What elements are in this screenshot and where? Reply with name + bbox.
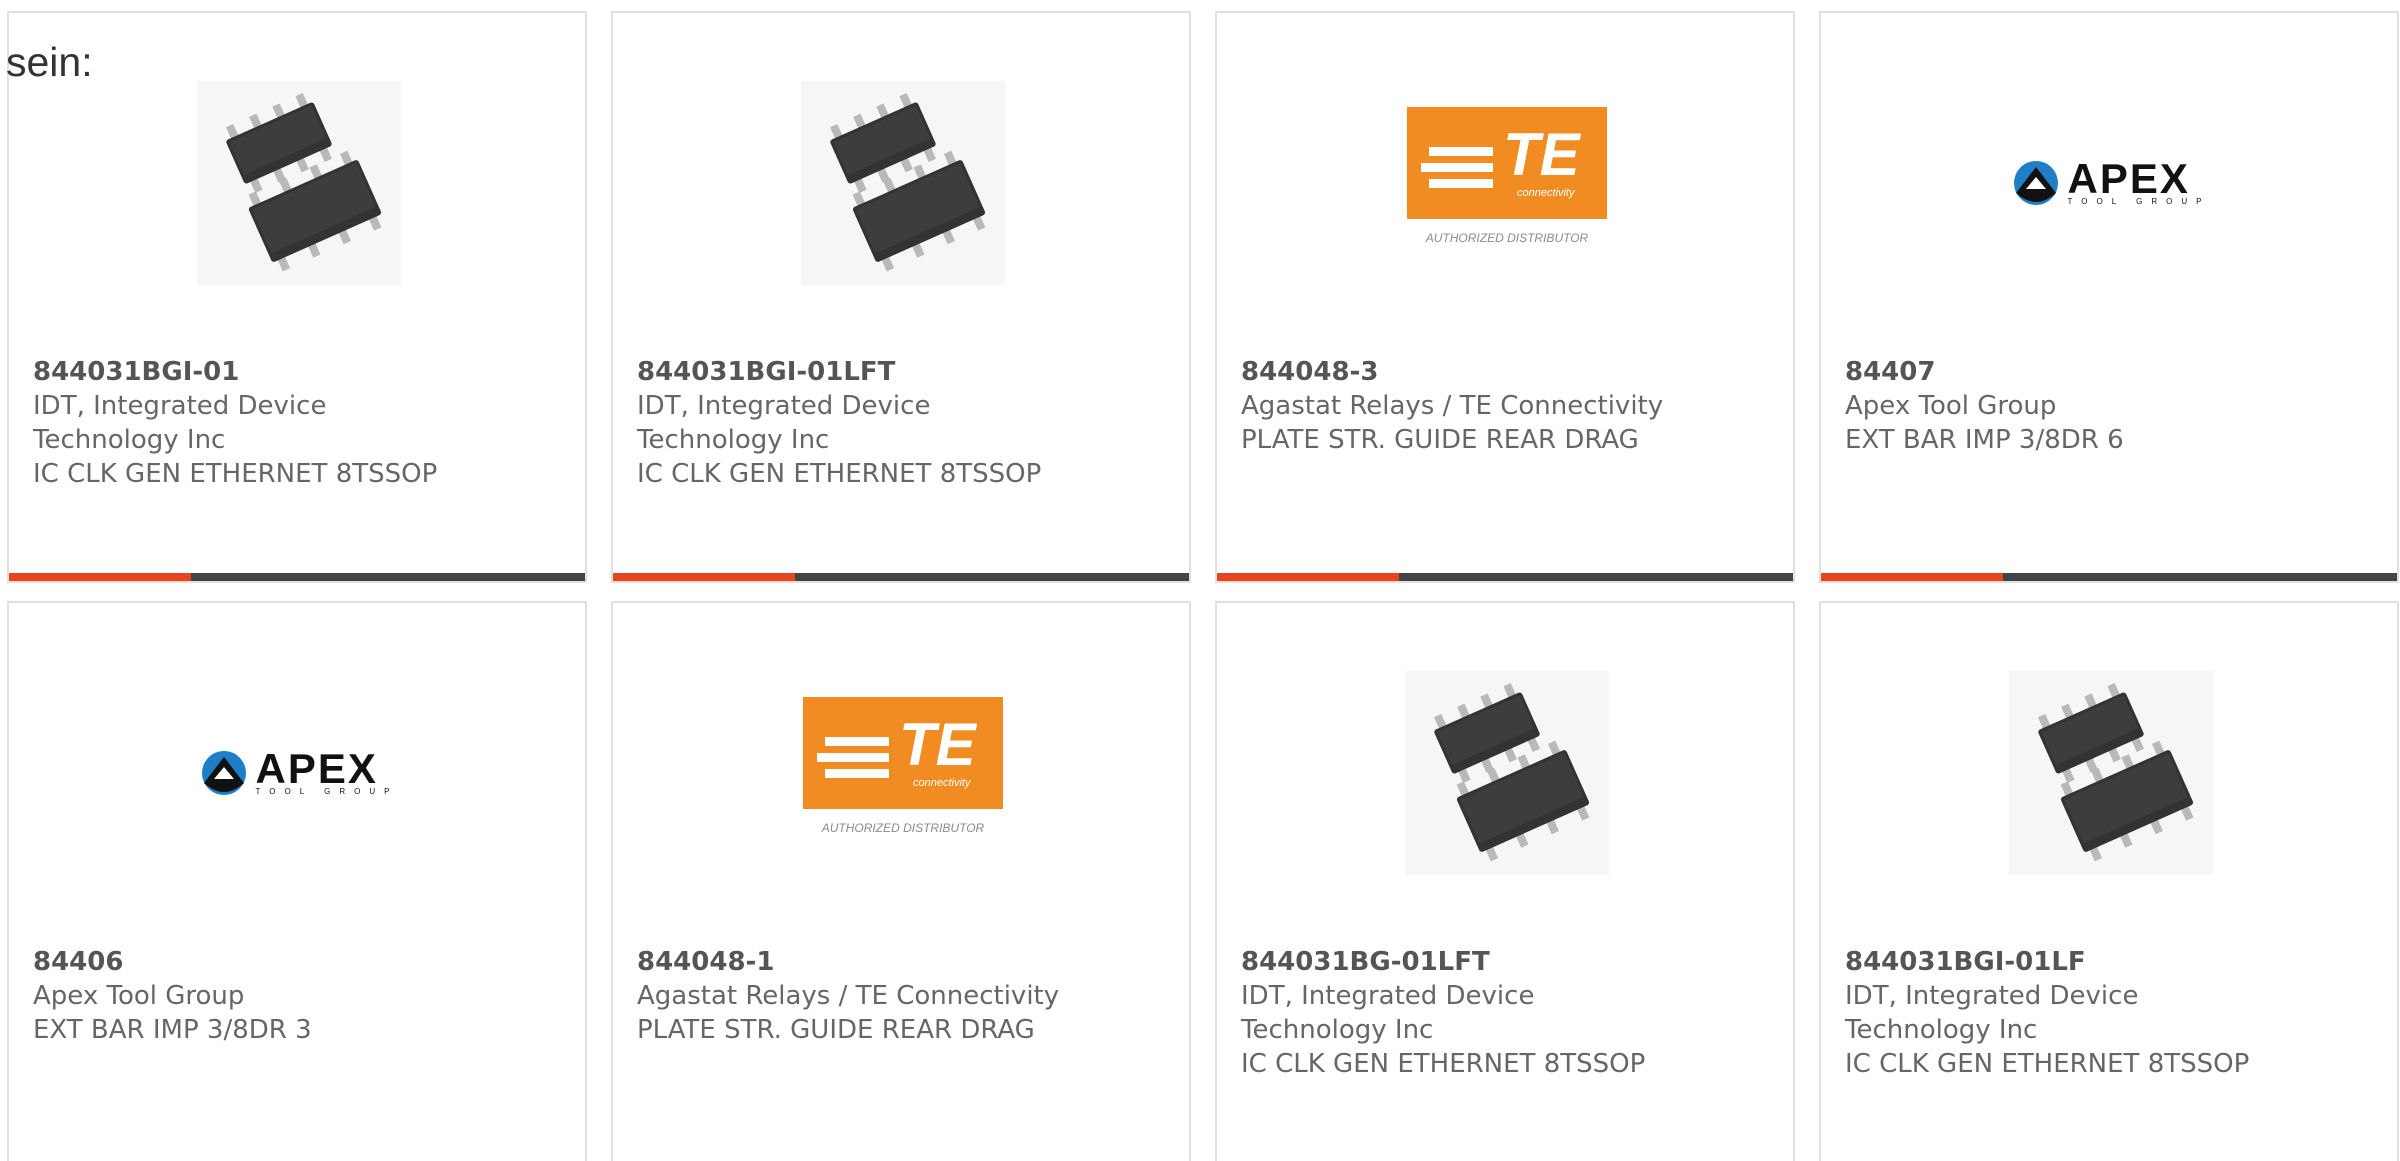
manufacturer-name: IDT, Integrated Device: [637, 391, 931, 421]
ic-chip-icon: [197, 81, 401, 285]
product-card[interactable]: 844031BGI-01LF IDT, Integrated Device Tech…: [1819, 601, 2399, 1161]
card-bottom-bar: [613, 573, 1189, 581]
manufacturer-name: Technology Inc: [33, 425, 226, 455]
product-image[interactable]: [1405, 671, 1609, 875]
product-image[interactable]: [2009, 671, 2213, 875]
product-card[interactable]: TE connectivity AUTHORIZED DISTRIBUTOR 8440…: [1215, 11, 1795, 583]
te-connectivity-logo: TE connectivity AUTHORIZED DISTRIBUTOR: [1405, 107, 1609, 259]
manufacturer-name: Technology Inc: [637, 425, 830, 455]
product-card[interactable]: APEX TOOL GROUP 84406 Apex Tool Group EXT BA…: [7, 601, 587, 1161]
card-bottom-bar: [1217, 573, 1793, 581]
part-number-link[interactable]: 844031BG-01LFT: [1241, 945, 1773, 979]
part-number-link[interactable]: 844031BGI-01LFT: [637, 355, 1169, 389]
manufacturer-name: Technology Inc: [1241, 1015, 1434, 1045]
manufacturer-name: IDT, Integrated Device: [1241, 981, 1535, 1011]
product-description: EXT BAR IMP 3/8DR 6: [1845, 425, 2124, 455]
apex-tool-group-logo: APEX TOOL GROUP: [200, 747, 399, 797]
product-info: 844048-3 Agastat Relays / TE Connectivity…: [1241, 355, 1773, 457]
manufacturer-name: IDT, Integrated Device: [1845, 981, 2139, 1011]
product-card[interactable]: TE connectivity AUTHORIZED DISTRIBUTOR 8440…: [611, 601, 1191, 1161]
manufacturer-name: Agastat Relays / TE Connectivity: [637, 981, 1060, 1011]
card-accent-bar: [9, 573, 191, 581]
manufacturer-logo[interactable]: TE connectivity AUTHORIZED DISTRIBUTOR: [801, 671, 1005, 875]
part-number-link[interactable]: 844031BGI-01LF: [1845, 945, 2377, 979]
product-card[interactable]: APEX TOOL GROUP 84407 Apex Tool Group EXT BA…: [1819, 11, 2399, 583]
product-description: IC CLK GEN ETHERNET 8TSSOP: [637, 459, 1042, 489]
product-info: 844031BGI-01 IDT, Integrated Device Techno…: [33, 355, 565, 491]
te-connectivity-logo: TE connectivity AUTHORIZED DISTRIBUTOR: [801, 697, 1005, 849]
part-number-link[interactable]: 84406: [33, 945, 565, 979]
te-logo-box: TE connectivity: [803, 697, 1003, 809]
manufacturer-name: Technology Inc: [1845, 1015, 2038, 1045]
manufacturer-name: Agastat Relays / TE Connectivity: [1241, 391, 1664, 421]
part-number-link[interactable]: 844048-1: [637, 945, 1169, 979]
product-description: IC CLK GEN ETHERNET 8TSSOP: [1845, 1049, 2250, 1079]
product-info: 844031BGI-01LFT IDT, Integrated Device Tec…: [637, 355, 1169, 491]
product-info: 84407 Apex Tool Group EXT BAR IMP 3/8DR 6: [1845, 355, 2377, 457]
product-description: IC CLK GEN ETHERNET 8TSSOP: [1241, 1049, 1646, 1079]
apex-tool-group-logo: APEX TOOL GROUP: [2012, 157, 2211, 207]
card-bottom-bar: [1821, 573, 2397, 581]
product-info: 844048-1 Agastat Relays / TE Connectivity…: [637, 945, 1169, 1047]
product-card[interactable]: 844031BGI-01 IDT, Integrated Device Techno…: [7, 11, 587, 583]
card-bottom-bar: [9, 573, 585, 581]
part-number-link[interactable]: 844031BGI-01: [33, 355, 565, 389]
te-logo-box: TE connectivity: [1407, 107, 1607, 219]
card-accent-bar: [1217, 573, 1399, 581]
card-accent-bar: [613, 573, 795, 581]
lead-text: sein:: [6, 39, 93, 85]
ic-chip-icon: [1405, 671, 1609, 875]
ic-chip-icon: [801, 81, 1005, 285]
product-info: 84406 Apex Tool Group EXT BAR IMP 3/8DR 3: [33, 945, 565, 1047]
manufacturer-logo[interactable]: TE connectivity AUTHORIZED DISTRIBUTOR: [1405, 81, 1609, 285]
product-grid: 844031BGI-01 IDT, Integrated Device Techno…: [7, 11, 2399, 1161]
part-number-link[interactable]: 844048-3: [1241, 355, 1773, 389]
product-info: 844031BG-01LFT IDT, Integrated Device Tech…: [1241, 945, 1773, 1081]
card-accent-bar: [1821, 573, 2003, 581]
manufacturer-name: Apex Tool Group: [1845, 391, 2057, 421]
product-card[interactable]: 844031BGI-01LFT IDT, Integrated Device Tec…: [611, 11, 1191, 583]
manufacturer-logo[interactable]: APEX TOOL GROUP: [2009, 81, 2213, 285]
manufacturer-logo[interactable]: APEX TOOL GROUP: [197, 671, 401, 875]
product-description: IC CLK GEN ETHERNET 8TSSOP: [33, 459, 438, 489]
manufacturer-name: IDT, Integrated Device: [33, 391, 327, 421]
product-image[interactable]: [197, 81, 401, 285]
ic-chip-icon: [2009, 671, 2213, 875]
product-description: PLATE STR. GUIDE REAR DRAG: [1241, 425, 1639, 455]
product-image[interactable]: [801, 81, 1005, 285]
part-number-link[interactable]: 84407: [1845, 355, 2377, 389]
product-card[interactable]: 844031BG-01LFT IDT, Integrated Device Tech…: [1215, 601, 1795, 1161]
product-description: PLATE STR. GUIDE REAR DRAG: [637, 1015, 1035, 1045]
manufacturer-name: Apex Tool Group: [33, 981, 245, 1011]
product-info: 844031BGI-01LF IDT, Integrated Device Tech…: [1845, 945, 2377, 1081]
product-description: EXT BAR IMP 3/8DR 3: [33, 1015, 312, 1045]
